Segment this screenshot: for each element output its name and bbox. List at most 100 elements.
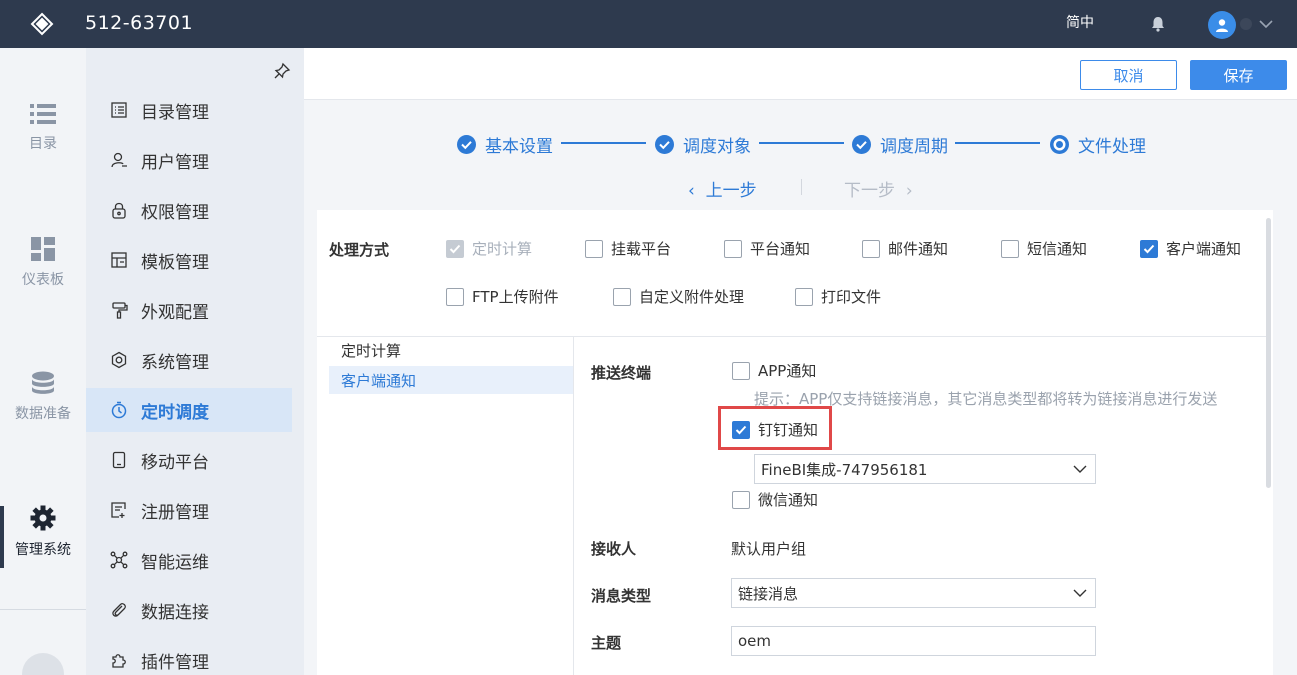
step-schedule-period[interactable]: 调度周期: [852, 132, 948, 157]
user-avatar-icon: [1216, 19, 1228, 32]
rail-divider: [0, 609, 86, 610]
template-icon: [111, 252, 127, 268]
checkbox-label: 打印文件: [821, 288, 882, 306]
rail-item-dashboard[interactable]: 仪表板: [0, 237, 86, 289]
checkbox-label: 微信通知: [758, 491, 819, 509]
subject-label: 主题: [591, 634, 622, 652]
nav-label: 插件管理: [141, 652, 209, 673]
register-icon: [111, 502, 126, 518]
nav-label: 注册管理: [141, 502, 209, 523]
pin-icon[interactable]: [273, 62, 291, 80]
add-icon[interactable]: [22, 653, 64, 675]
step-basic-settings[interactable]: 基本设置: [457, 132, 553, 157]
sublist-item-scheduled-calc[interactable]: 定时计算: [329, 336, 573, 364]
nav-item-scheduler[interactable]: 定时调度: [86, 388, 292, 432]
nav-item-catalog[interactable]: 目录管理: [86, 88, 292, 132]
step-nav-separator: [801, 179, 802, 195]
checkbox-label: APP通知: [758, 362, 817, 380]
step-schedule-object[interactable]: 调度对象: [655, 132, 751, 157]
nav-label: 模板管理: [141, 252, 209, 273]
rail-item-management[interactable]: 管理系统: [0, 505, 86, 559]
mobile-icon: [112, 451, 126, 469]
check-icon: [735, 425, 747, 434]
checkbox-box: [724, 239, 742, 258]
checkbox-print-file[interactable]: 打印文件: [795, 286, 881, 307]
language-switch[interactable]: 简中: [1066, 12, 1094, 32]
receiver-label: 接收人: [591, 540, 637, 558]
nav-item-templates[interactable]: 模板管理: [86, 238, 292, 282]
checkbox-wechat-notify[interactable]: 微信通知: [732, 489, 818, 510]
checkbox-box: [446, 239, 464, 258]
subject-input[interactable]: oem: [731, 626, 1096, 656]
check-icon: [1143, 244, 1155, 253]
chevron-right-icon: ›: [905, 181, 913, 201]
select-value: 链接消息: [738, 584, 799, 603]
logo-icon[interactable]: [30, 12, 54, 36]
step-connector: [561, 142, 646, 144]
chevron-down-icon[interactable]: [1258, 16, 1274, 32]
database-icon: [32, 371, 54, 394]
current-step-icon: [1050, 135, 1069, 154]
column-divider: [573, 337, 574, 675]
lock-icon: [112, 202, 126, 219]
brush-icon: [112, 302, 128, 319]
chevron-down-icon: [1073, 465, 1087, 473]
nav-item-appearance[interactable]: 外观配置: [86, 288, 292, 332]
step-label: 基本设置: [485, 137, 553, 157]
rail-item-catalog[interactable]: 目录: [0, 103, 86, 153]
management-nav: 目录管理 用户管理 权限管理 模板管理 外观配置 系统管理 定时调度 移动平台 …: [86, 48, 304, 675]
sublist-item-client-notify[interactable]: 客户端通知: [329, 366, 573, 394]
top-bar: 512-63701 简中: [0, 0, 1297, 48]
check-circle-icon: [655, 135, 674, 154]
link-icon: [112, 603, 126, 617]
previous-step-button[interactable]: ‹ 上一步: [688, 176, 757, 201]
ops-icon: [110, 551, 128, 569]
processing-mode-label: 处理方式: [329, 241, 390, 259]
action-bar: 取消 保存: [304, 48, 1297, 100]
save-button[interactable]: 保存: [1190, 60, 1287, 90]
nav-item-plugins[interactable]: 插件管理: [86, 638, 292, 675]
checkbox-app-notify[interactable]: APP通知: [732, 360, 816, 381]
checkbox-box: [732, 490, 750, 509]
next-step-button[interactable]: 下一步 ›: [844, 176, 913, 201]
checkbox-platform-notify[interactable]: 平台通知: [724, 238, 810, 259]
checkbox-client-notify[interactable]: 客户端通知: [1140, 238, 1241, 259]
checkbox-email-notify[interactable]: 邮件通知: [862, 238, 948, 259]
nav-item-permissions[interactable]: 权限管理: [86, 188, 292, 232]
checkbox-sms-notify[interactable]: 短信通知: [1001, 238, 1087, 259]
checkbox-box: [1001, 239, 1019, 258]
check-icon: [449, 244, 461, 253]
checkbox-label: 挂载平台: [611, 240, 672, 258]
nav-item-mobile[interactable]: 移动平台: [86, 438, 292, 482]
main-rail: 目录 仪表板 数据准备 管理系统: [0, 48, 86, 675]
previous-step-label: 上一步: [705, 181, 757, 201]
user-name[interactable]: [1240, 18, 1252, 30]
checkbox-ftp-upload[interactable]: FTP上传附件: [446, 286, 559, 307]
bell-icon[interactable]: [1149, 15, 1167, 33]
avatar[interactable]: [1208, 11, 1236, 39]
nav-item-users[interactable]: 用户管理: [86, 138, 292, 182]
checkbox-scheduled-calc[interactable]: 定时计算: [446, 238, 532, 259]
nav-item-system[interactable]: 系统管理: [86, 338, 292, 382]
message-type-select[interactable]: 链接消息: [731, 578, 1096, 608]
checkbox-box: [1140, 239, 1158, 258]
dashboard-icon: [31, 237, 55, 261]
chevron-down-icon: [1073, 589, 1087, 597]
next-step-label: 下一步: [844, 181, 895, 201]
nav-item-registration[interactable]: 注册管理: [86, 488, 292, 532]
checkbox-box: [795, 287, 813, 306]
receiver-value: 默认用户组: [731, 540, 807, 558]
checkbox-mount-platform[interactable]: 挂载平台: [585, 238, 671, 259]
nav-item-smart-ops[interactable]: 智能运维: [86, 538, 292, 582]
cancel-button[interactable]: 取消: [1080, 60, 1177, 90]
input-value: oem: [738, 632, 772, 650]
nav-item-data-connection[interactable]: 数据连接: [86, 588, 292, 632]
file-processing-panel: 处理方式 定时计算 挂载平台 平台通知 邮件通知 短信通知 客户端通知 FTP上…: [317, 210, 1273, 675]
checkbox-label: 平台通知: [750, 240, 811, 258]
checkbox-dingtalk-notify[interactable]: 钉钉通知: [732, 419, 818, 440]
scrollbar[interactable]: [1266, 218, 1271, 488]
step-file-processing[interactable]: 文件处理: [1050, 132, 1146, 157]
checkbox-custom-attachment[interactable]: 自定义附件处理: [613, 286, 744, 307]
rail-item-data-prep[interactable]: 数据准备: [0, 371, 86, 423]
dingtalk-app-select[interactable]: FineBI集成-747956181: [754, 454, 1096, 484]
